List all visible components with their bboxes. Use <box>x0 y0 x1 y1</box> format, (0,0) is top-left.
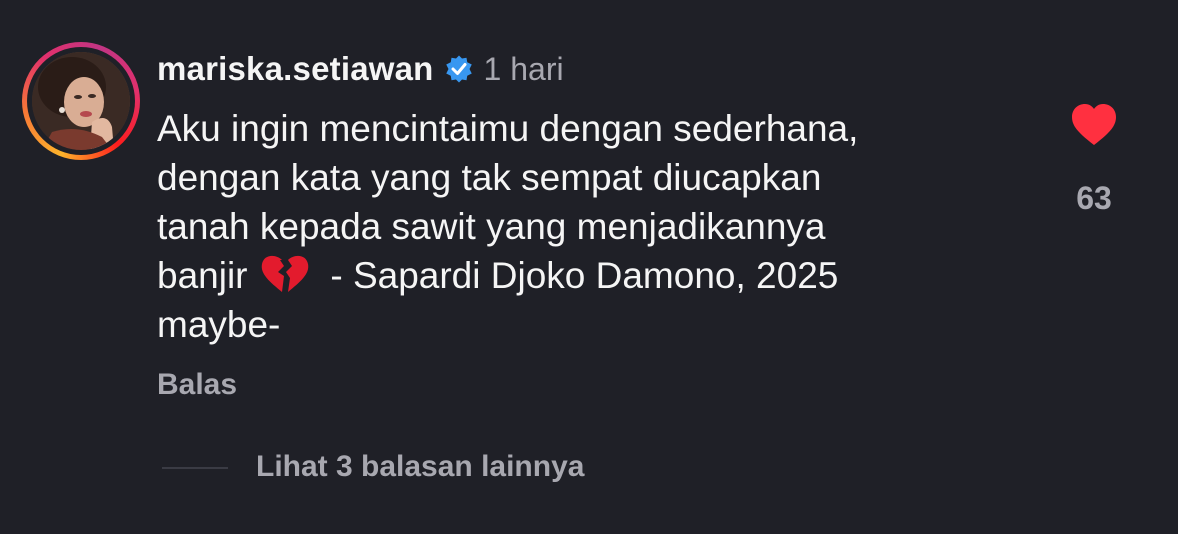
replies-divider <box>162 467 228 469</box>
like-count: 63 <box>1076 180 1112 216</box>
verified-badge-icon <box>444 54 474 84</box>
comment-text: Aku ingin mencintaimu dengan sederhana, d… <box>157 104 1037 349</box>
comment-line-with-emoji: banjir - Sapardi Djoko Damono, 2025 <box>157 251 1037 300</box>
heart-filled-icon <box>1072 104 1116 145</box>
view-more-replies-button[interactable]: Lihat 3 balasan lainnya <box>256 450 584 484</box>
timestamp: 1 hari <box>483 50 564 87</box>
avatar[interactable] <box>32 52 130 150</box>
comment-line: Aku ingin mencintaimu dengan sederhana, <box>157 108 859 149</box>
avatar-gap <box>27 47 135 155</box>
reply-button[interactable]: Balas <box>157 368 237 402</box>
comment-line: - Sapardi Djoko Damono, 2025 <box>309 255 839 296</box>
like-button[interactable] <box>1070 103 1118 147</box>
username[interactable]: mariska.setiawan <box>157 50 434 88</box>
broken-heart-icon <box>258 254 310 294</box>
comment: mariska.setiawan 1 hari Aku ingin mencin… <box>0 0 1178 534</box>
avatar-image <box>32 52 130 150</box>
avatar-story-ring[interactable] <box>22 42 140 160</box>
comment-line: tanah kepada sawit yang menjadikannya <box>157 206 826 247</box>
comment-line: maybe- <box>157 304 281 345</box>
comment-line: dengan kata yang tak sempat diucapkan <box>157 157 822 198</box>
comment-header: mariska.setiawan 1 hari <box>157 50 564 88</box>
comment-line: banjir <box>157 255 248 296</box>
